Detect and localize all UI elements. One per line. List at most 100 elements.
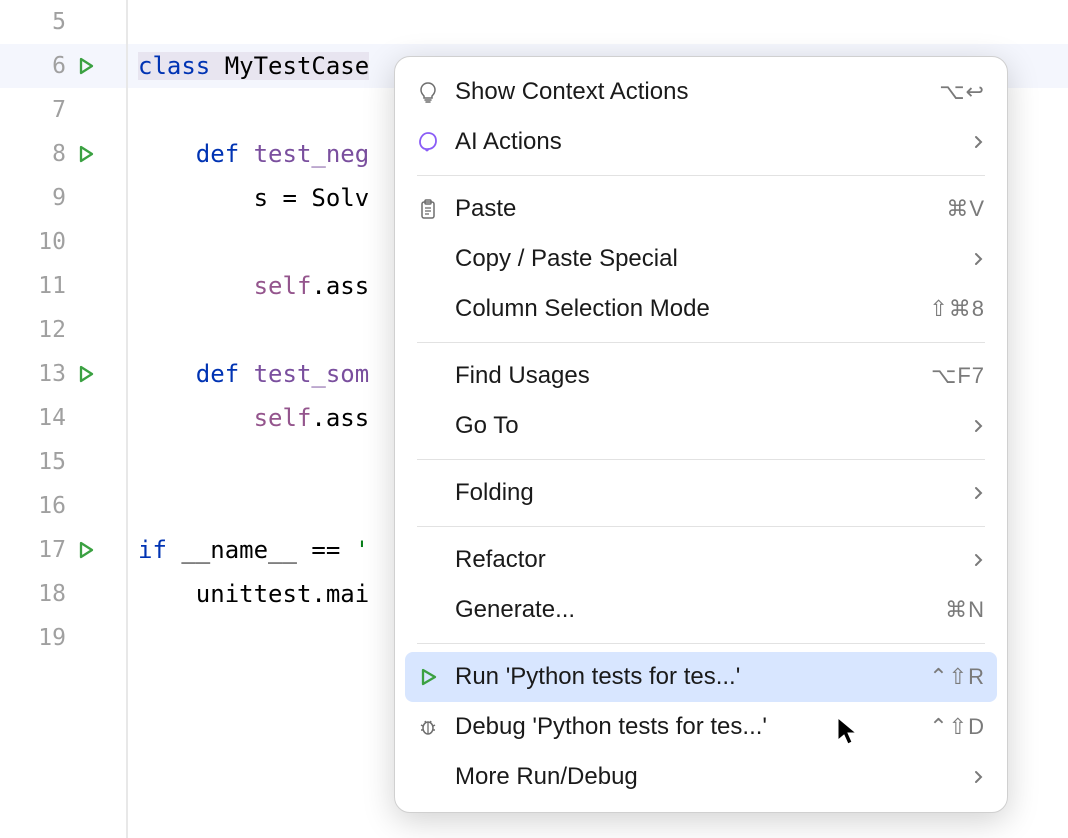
play-icon xyxy=(417,666,449,688)
line-number: 9 xyxy=(16,185,66,211)
menu-label: Find Usages xyxy=(455,362,931,390)
menu-separator xyxy=(417,342,985,343)
gutter-row: 6 xyxy=(0,44,126,88)
keyword: def xyxy=(196,360,239,388)
keyword: if xyxy=(138,536,167,564)
menu-shortcut: ⌘N xyxy=(945,597,985,623)
run-gutter-icon[interactable] xyxy=(76,540,96,560)
menu-item[interactable]: Copy / Paste Special xyxy=(395,234,1007,284)
chevron-right-icon xyxy=(973,250,985,268)
line-number: 17 xyxy=(16,537,66,563)
keyword: class xyxy=(138,52,210,80)
menu-item[interactable]: Run 'Python tests for tes...'⌃⇧R xyxy=(405,652,997,702)
menu-separator xyxy=(417,459,985,460)
menu-item[interactable]: Column Selection Mode⇧⌘8 xyxy=(395,284,1007,334)
menu-item[interactable]: Generate...⌘N xyxy=(395,585,1007,635)
line-number: 10 xyxy=(16,229,66,255)
gutter-row: 8 xyxy=(0,132,126,176)
ai-icon xyxy=(417,131,449,153)
line-number: 7 xyxy=(16,97,66,123)
gutter-row: 14 xyxy=(0,396,126,440)
context-menu: Show Context Actions⌥↩ AI Actions Paste⌘V C… xyxy=(394,56,1008,813)
line-number: 8 xyxy=(16,141,66,167)
gutter-row: 17 xyxy=(0,528,126,572)
menu-shortcut: ⌥F7 xyxy=(931,363,985,389)
code-text: unittest.mai xyxy=(138,580,369,608)
keyword: def xyxy=(196,140,239,168)
gutter-row: 18 xyxy=(0,572,126,616)
menu-item[interactable]: Go To xyxy=(395,401,1007,451)
code-text: .ass xyxy=(311,404,369,432)
gutter-row: 7 xyxy=(0,88,126,132)
line-number: 15 xyxy=(16,449,66,475)
chevron-right-icon xyxy=(973,133,985,151)
line-number: 18 xyxy=(16,581,66,607)
gutter-row: 13 xyxy=(0,352,126,396)
code-text: __name__ == xyxy=(167,536,355,564)
gutter-row: 11 xyxy=(0,264,126,308)
code-text: s = Solv xyxy=(138,184,369,212)
line-number: 6 xyxy=(16,53,66,79)
self-ref: self xyxy=(254,272,312,300)
menu-label: More Run/Debug xyxy=(455,763,973,791)
string: ' xyxy=(355,536,369,564)
self-ref: self xyxy=(254,404,312,432)
menu-separator xyxy=(417,643,985,644)
line-number: 16 xyxy=(16,493,66,519)
menu-shortcut: ⌘V xyxy=(946,196,985,222)
code-text: .ass xyxy=(311,272,369,300)
bulb-icon xyxy=(417,81,449,103)
method-name: test_neg xyxy=(239,140,369,168)
bug-icon xyxy=(417,716,449,738)
gutter-row: 9 xyxy=(0,176,126,220)
menu-item[interactable]: Debug 'Python tests for tes...'⌃⇧D xyxy=(395,702,1007,752)
menu-shortcut: ⌃⇧R xyxy=(929,664,985,690)
menu-item[interactable]: Find Usages⌥F7 xyxy=(395,351,1007,401)
menu-separator xyxy=(417,175,985,176)
line-number: 11 xyxy=(16,273,66,299)
chevron-right-icon xyxy=(973,768,985,786)
menu-shortcut: ⇧⌘8 xyxy=(929,296,985,322)
line-number: 19 xyxy=(16,625,66,651)
gutter-row: 16 xyxy=(0,484,126,528)
menu-label: Debug 'Python tests for tes...' xyxy=(455,713,929,741)
line-number: 12 xyxy=(16,317,66,343)
gutter-row: 5 xyxy=(0,0,126,44)
menu-label: Show Context Actions xyxy=(455,78,939,106)
gutter-row: 19 xyxy=(0,616,126,660)
line-number: 14 xyxy=(16,405,66,431)
menu-label: Column Selection Mode xyxy=(455,295,929,323)
code-text xyxy=(138,404,254,432)
gutter-row: 15 xyxy=(0,440,126,484)
class-name: MyTestCase xyxy=(210,52,369,80)
code-line xyxy=(138,0,1068,44)
menu-label: Copy / Paste Special xyxy=(455,245,973,273)
menu-shortcut: ⌃⇧D xyxy=(929,714,985,740)
code-text xyxy=(138,272,254,300)
menu-label: Go To xyxy=(455,412,973,440)
line-number: 13 xyxy=(16,361,66,387)
menu-item[interactable]: Folding xyxy=(395,468,1007,518)
chevron-right-icon xyxy=(973,417,985,435)
menu-item[interactable]: AI Actions xyxy=(395,117,1007,167)
run-gutter-icon[interactable] xyxy=(76,144,96,164)
chevron-right-icon xyxy=(973,484,985,502)
menu-shortcut: ⌥↩ xyxy=(939,79,985,105)
run-gutter-icon[interactable] xyxy=(76,364,96,384)
gutter: 5 6 7 8 9 10 11 12 13 14 15 16 17 18 19 xyxy=(0,0,128,838)
menu-label: AI Actions xyxy=(455,128,973,156)
menu-item[interactable]: Paste⌘V xyxy=(395,184,1007,234)
gutter-row: 10 xyxy=(0,220,126,264)
chevron-right-icon xyxy=(973,551,985,569)
menu-item[interactable]: More Run/Debug xyxy=(395,752,1007,802)
menu-label: Run 'Python tests for tes...' xyxy=(455,663,929,691)
gutter-row: 12 xyxy=(0,308,126,352)
menu-item[interactable]: Refactor xyxy=(395,535,1007,585)
method-name: test_som xyxy=(239,360,369,388)
menu-item[interactable]: Show Context Actions⌥↩ xyxy=(395,67,1007,117)
line-number: 5 xyxy=(16,9,66,35)
run-gutter-icon[interactable] xyxy=(76,56,96,76)
menu-label: Refactor xyxy=(455,546,973,574)
menu-label: Paste xyxy=(455,195,946,223)
clipboard-icon xyxy=(417,198,449,220)
